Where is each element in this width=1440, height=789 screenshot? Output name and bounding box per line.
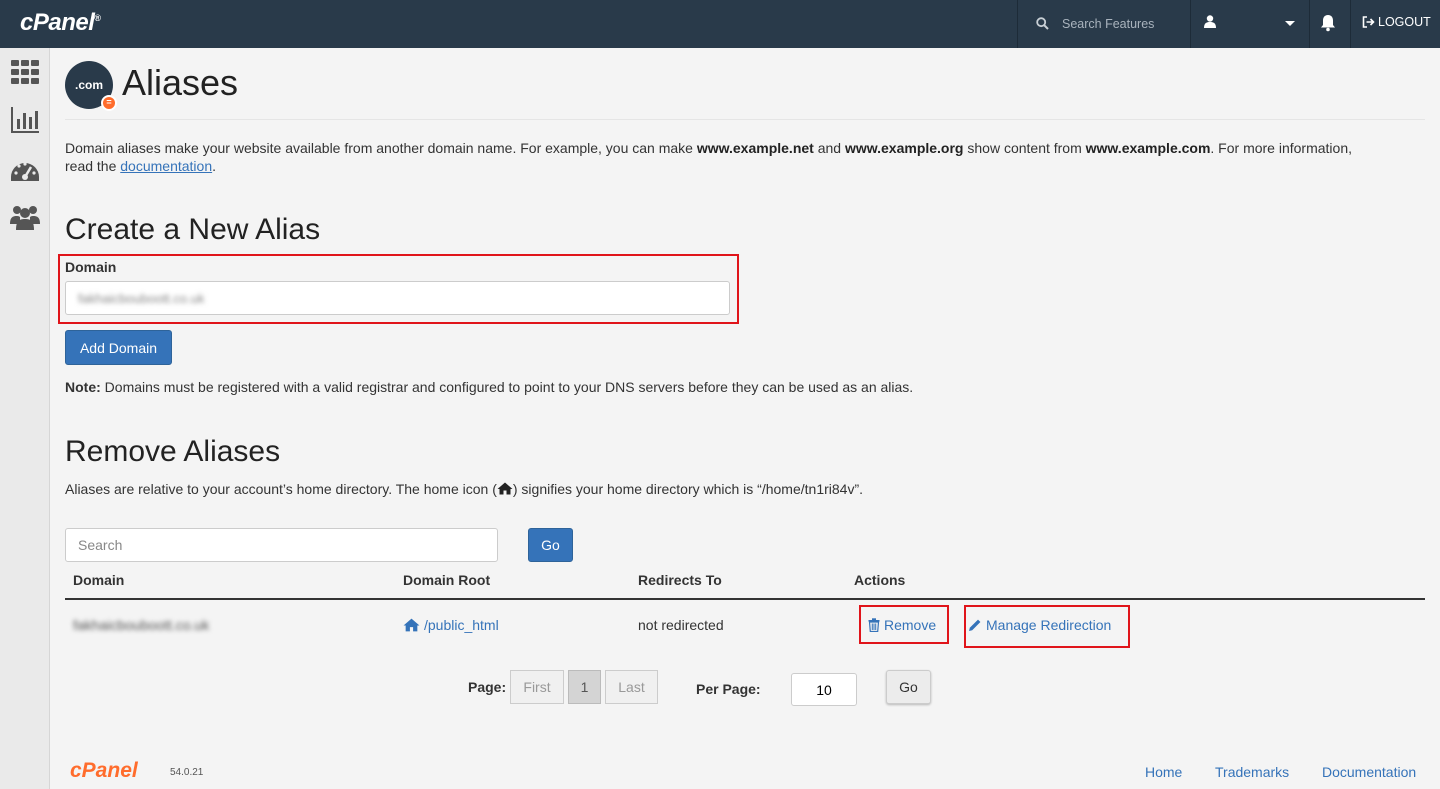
remove-aliases-heading: Remove Aliases: [65, 435, 281, 468]
logout-label: LOGOUT: [1378, 15, 1431, 29]
footer-documentation-link[interactable]: Documentation: [1322, 764, 1416, 780]
alias-search-input[interactable]: [65, 528, 498, 562]
user-icon: [1204, 15, 1216, 28]
title-divider: [65, 119, 1425, 120]
highlight-box-domain: [58, 254, 739, 324]
user-menu-dropdown[interactable]: [1191, 0, 1309, 48]
page-label: Page:: [468, 679, 507, 695]
cpanel-logo[interactable]: cPanel®: [20, 9, 101, 37]
current-page-button[interactable]: 1: [568, 670, 601, 704]
footer-cpanel-logo[interactable]: cPanel: [70, 759, 138, 783]
domain-root-label: /public_html: [424, 617, 499, 633]
home-directory-text: Aliases are relative to your account’s h…: [65, 481, 864, 497]
column-header-actions: Actions: [854, 572, 906, 588]
navbar-divider: [1350, 0, 1351, 48]
chevron-down-icon: [1285, 21, 1295, 26]
last-page-button[interactable]: Last: [605, 670, 658, 704]
note-text: Note: Domains must be registered with a …: [65, 379, 914, 395]
version-text: 54.0.21: [170, 767, 204, 778]
logout-button[interactable]: LOGOUT: [1362, 15, 1431, 29]
navbar-divider: [1309, 0, 1310, 48]
pagination-go-button[interactable]: Go: [886, 670, 931, 704]
highlight-box-remove: [859, 605, 949, 644]
aliases-badge-icon: =: [101, 95, 117, 111]
column-header-domain-root[interactable]: Domain Root: [403, 572, 490, 588]
dashboard-icon[interactable]: [9, 155, 41, 185]
home-icon: [497, 482, 513, 495]
grid-icon[interactable]: [9, 57, 41, 87]
search-features-input[interactable]: [1054, 12, 1184, 36]
domain-root-link[interactable]: /public_html: [403, 617, 499, 633]
table-row: [65, 600, 1425, 646]
first-page-button[interactable]: First: [510, 670, 564, 704]
per-page-input[interactable]: [791, 673, 857, 706]
note-label: Note:: [65, 379, 101, 395]
footer-trademarks-link[interactable]: Trademarks: [1215, 764, 1289, 780]
column-header-domain[interactable]: Domain: [73, 572, 124, 588]
bell-icon[interactable]: [1320, 14, 1336, 32]
feature-search: [1018, 0, 1190, 48]
left-sidebar: [0, 48, 50, 789]
column-header-redirects-to[interactable]: Redirects To: [638, 572, 722, 588]
add-domain-button[interactable]: Add Domain: [65, 330, 172, 365]
example-org: www.example.org: [844, 140, 964, 156]
top-navbar: cPanel® LOGOUT: [0, 0, 1440, 48]
home-icon: [403, 618, 420, 632]
bar-chart-icon[interactable]: [9, 105, 41, 135]
per-page-label: Per Page:: [696, 681, 761, 697]
highlight-box-manage-redirection: [964, 605, 1130, 648]
search-icon: [1036, 17, 1049, 30]
redirects-to-cell: not redirected: [638, 617, 724, 633]
aliases-page-icon: .com =: [65, 61, 117, 111]
page-title: Aliases: [122, 62, 239, 103]
users-icon[interactable]: [9, 202, 41, 232]
footer-home-link[interactable]: Home: [1145, 764, 1182, 780]
logout-icon: [1362, 16, 1375, 28]
alias-domain-cell: fakhaicbouboott.co.uk: [73, 617, 210, 633]
intro-text: Domain aliases make your website availab…: [65, 140, 1353, 174]
documentation-link[interactable]: documentation: [120, 158, 212, 174]
create-alias-heading: Create a New Alias: [65, 213, 321, 246]
main-content: .com = Aliases Domain aliases make your …: [50, 48, 1440, 789]
search-go-button[interactable]: Go: [528, 528, 573, 562]
example-com: www.example.com: [1085, 140, 1211, 156]
example-net: www.example.net: [696, 140, 814, 156]
